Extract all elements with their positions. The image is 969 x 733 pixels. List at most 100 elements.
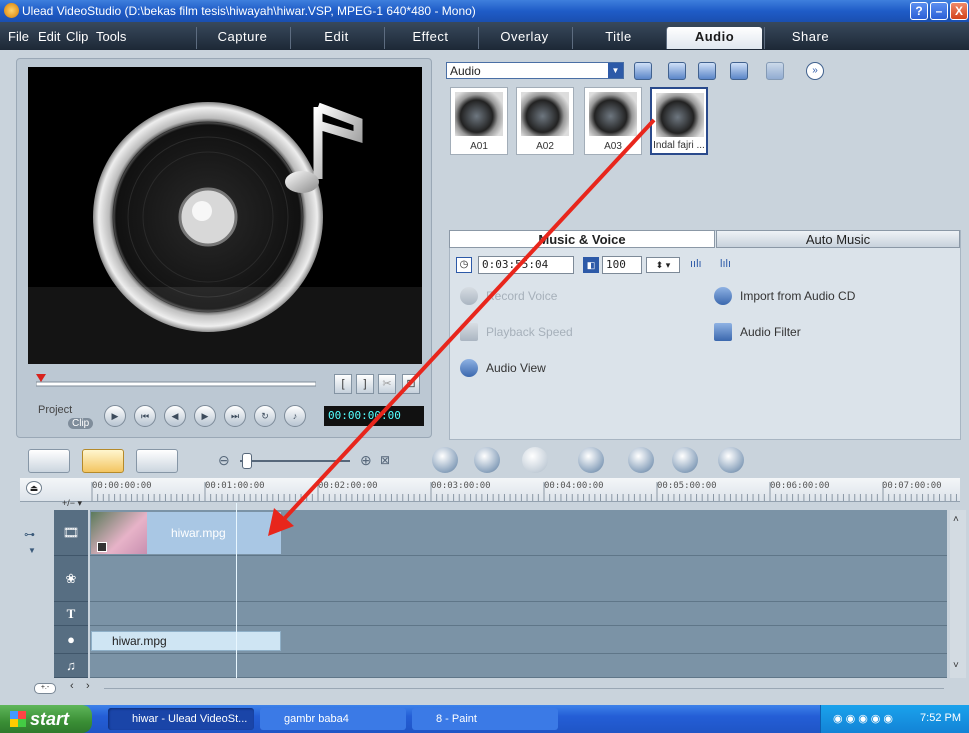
horizontal-scrollbar[interactable]: +.- ‹ › [20, 680, 960, 696]
menu-tools[interactable]: Tools [96, 29, 126, 44]
task-folder[interactable]: gambr baba4 [260, 708, 406, 730]
zoom-out-icon[interactable]: ⊖ [218, 452, 230, 469]
music-track[interactable] [90, 654, 947, 678]
tray-icons[interactable]: ◉◉◉◉◉ [833, 712, 896, 725]
end-icon[interactable]: ⏭ [224, 405, 246, 427]
redo-icon[interactable] [522, 447, 548, 473]
tab-overlay[interactable]: Overlay [478, 27, 570, 49]
duration-field[interactable]: 0:03:55:04 [478, 256, 574, 274]
insert-media-icon[interactable] [432, 447, 458, 473]
home-icon[interactable]: ⏮ [134, 405, 156, 427]
scroll-up-icon[interactable]: ˄ [953, 514, 959, 525]
track-manager-toggle[interactable]: +/− ▾ [62, 498, 82, 509]
audio-view-icon [460, 359, 478, 377]
fit-project-icon[interactable]: ⊠ [380, 453, 390, 467]
audio-view-button[interactable]: Audio View [486, 361, 546, 375]
fade-out-icon[interactable]: lılı [720, 258, 731, 270]
zoom-toggle-icon[interactable]: +.- [34, 683, 56, 694]
smart-proxy-icon[interactable] [578, 447, 604, 473]
tab-title[interactable]: Title [572, 27, 664, 49]
library-manager-icon[interactable] [698, 62, 716, 80]
scroll-right-icon[interactable]: › [86, 680, 90, 692]
preview-screen [28, 67, 422, 364]
scroll-left-icon[interactable]: ‹ [70, 680, 74, 692]
open-folder-icon[interactable] [634, 62, 652, 80]
mode-project-label[interactable]: Project [38, 404, 72, 416]
playhead[interactable] [236, 503, 237, 678]
repeat-icon[interactable]: ↻ [254, 405, 276, 427]
tab-capture[interactable]: Capture [196, 27, 288, 49]
batch-convert-icon[interactable] [628, 447, 654, 473]
close-button[interactable]: X [950, 2, 968, 20]
mark-in-button[interactable]: [ [334, 374, 352, 394]
library-category-dropdown[interactable]: Audio ▼ [446, 62, 624, 79]
library-item-label: A02 [536, 141, 554, 152]
audio-view-toggle-button[interactable] [136, 449, 178, 473]
disabled-tool-icon[interactable] [766, 62, 784, 80]
options-icon[interactable] [730, 62, 748, 80]
film-reel-icon[interactable] [672, 447, 698, 473]
audio-filter-button[interactable]: Audio Filter [740, 325, 801, 339]
voice-clip[interactable]: hiwar.mpg [91, 631, 281, 651]
ruler-tick-label: 00:05:00:00 [657, 481, 717, 491]
import-audio-cd-button[interactable]: Import from Audio CD [740, 289, 855, 303]
volume-icon[interactable]: ♪ [284, 405, 306, 427]
menu-clip[interactable]: Clip [66, 29, 88, 44]
menu-file[interactable]: File [8, 29, 29, 44]
music-track-icon[interactable]: ♫ [54, 654, 88, 678]
zoom-slider-thumb[interactable] [242, 453, 252, 469]
zoom-in-icon[interactable]: ⊕ [360, 452, 372, 469]
cut-clip-icon[interactable]: ✂ [378, 374, 396, 394]
record-voice-button[interactable]: Record Voice [486, 289, 557, 303]
volume-stepper[interactable]: ⬍ ▾ [646, 257, 680, 273]
overlay-track-icon[interactable]: ❀ [54, 556, 88, 602]
overlay-track[interactable] [90, 556, 947, 602]
next-frame-icon[interactable]: ▶ [194, 405, 216, 427]
eject-icon[interactable]: ⏏ [26, 481, 42, 495]
mode-clip-label[interactable]: Clip [68, 418, 94, 429]
minimize-button[interactable]: – [930, 2, 948, 20]
undo-icon[interactable] [474, 447, 500, 473]
mark-out-button[interactable]: ] [356, 374, 374, 394]
chevron-down-icon[interactable]: ▼ [28, 546, 36, 555]
library-item-a03[interactable]: A03 [584, 87, 642, 155]
import-icon[interactable] [668, 62, 686, 80]
library-item-a01[interactable]: A01 [450, 87, 508, 155]
previous-frame-icon[interactable]: ◀ [164, 405, 186, 427]
storyboard-view-button[interactable] [28, 449, 70, 473]
voice-track-icon[interactable]: ● [54, 626, 88, 654]
play-icon[interactable]: ▶ [104, 405, 126, 427]
task-ulead[interactable]: hiwar - Ulead VideoSt... [108, 708, 254, 730]
expand-icon[interactable]: » [806, 62, 824, 80]
help-button[interactable]: ? [910, 2, 928, 20]
scroll-down-icon[interactable]: ˅ [953, 660, 959, 671]
volume-field[interactable]: 100 [602, 256, 642, 274]
preview-timecode[interactable]: 00:00:00:00 [324, 406, 424, 426]
tab-audio[interactable]: Audio [666, 27, 762, 49]
tab-auto-music[interactable]: Auto Music [716, 230, 960, 248]
tab-music-voice[interactable]: Music & Voice [449, 230, 715, 248]
tab-share[interactable]: Share [764, 27, 856, 49]
fade-in-icon[interactable]: ıılı [690, 258, 702, 270]
preview-scrubber[interactable] [36, 374, 316, 394]
menu-edit[interactable]: Edit [38, 29, 60, 44]
audio-thumbnail-icon [521, 92, 569, 136]
zoom-slider[interactable] [240, 460, 350, 462]
surround-mixer-icon[interactable] [718, 447, 744, 473]
tab-edit[interactable]: Edit [290, 27, 382, 49]
playback-speed-button[interactable]: Playback Speed [486, 325, 573, 339]
task-paint[interactable]: 8 - Paint [412, 708, 558, 730]
video-clip[interactable]: hiwar.mpg [91, 512, 281, 554]
library-item-a02[interactable]: A02 [516, 87, 574, 155]
title-track[interactable] [90, 602, 947, 626]
vertical-scrollbar[interactable]: ˄ ˅ [950, 510, 966, 678]
timeline-view-button[interactable] [82, 449, 124, 473]
tab-effect[interactable]: Effect [384, 27, 476, 49]
library-item-selected[interactable]: Indal fajri ... [650, 87, 708, 155]
ripple-edit-icon[interactable]: ⊶ [24, 528, 35, 541]
title-track-icon[interactable]: T [54, 602, 88, 626]
enlarge-preview-icon[interactable]: ⊡ [402, 374, 420, 394]
video-track-icon[interactable]: 🎞 [54, 510, 88, 556]
chevron-down-icon: ▼ [608, 63, 623, 78]
ruler-tick-label: 00:01:00:00 [205, 481, 265, 491]
